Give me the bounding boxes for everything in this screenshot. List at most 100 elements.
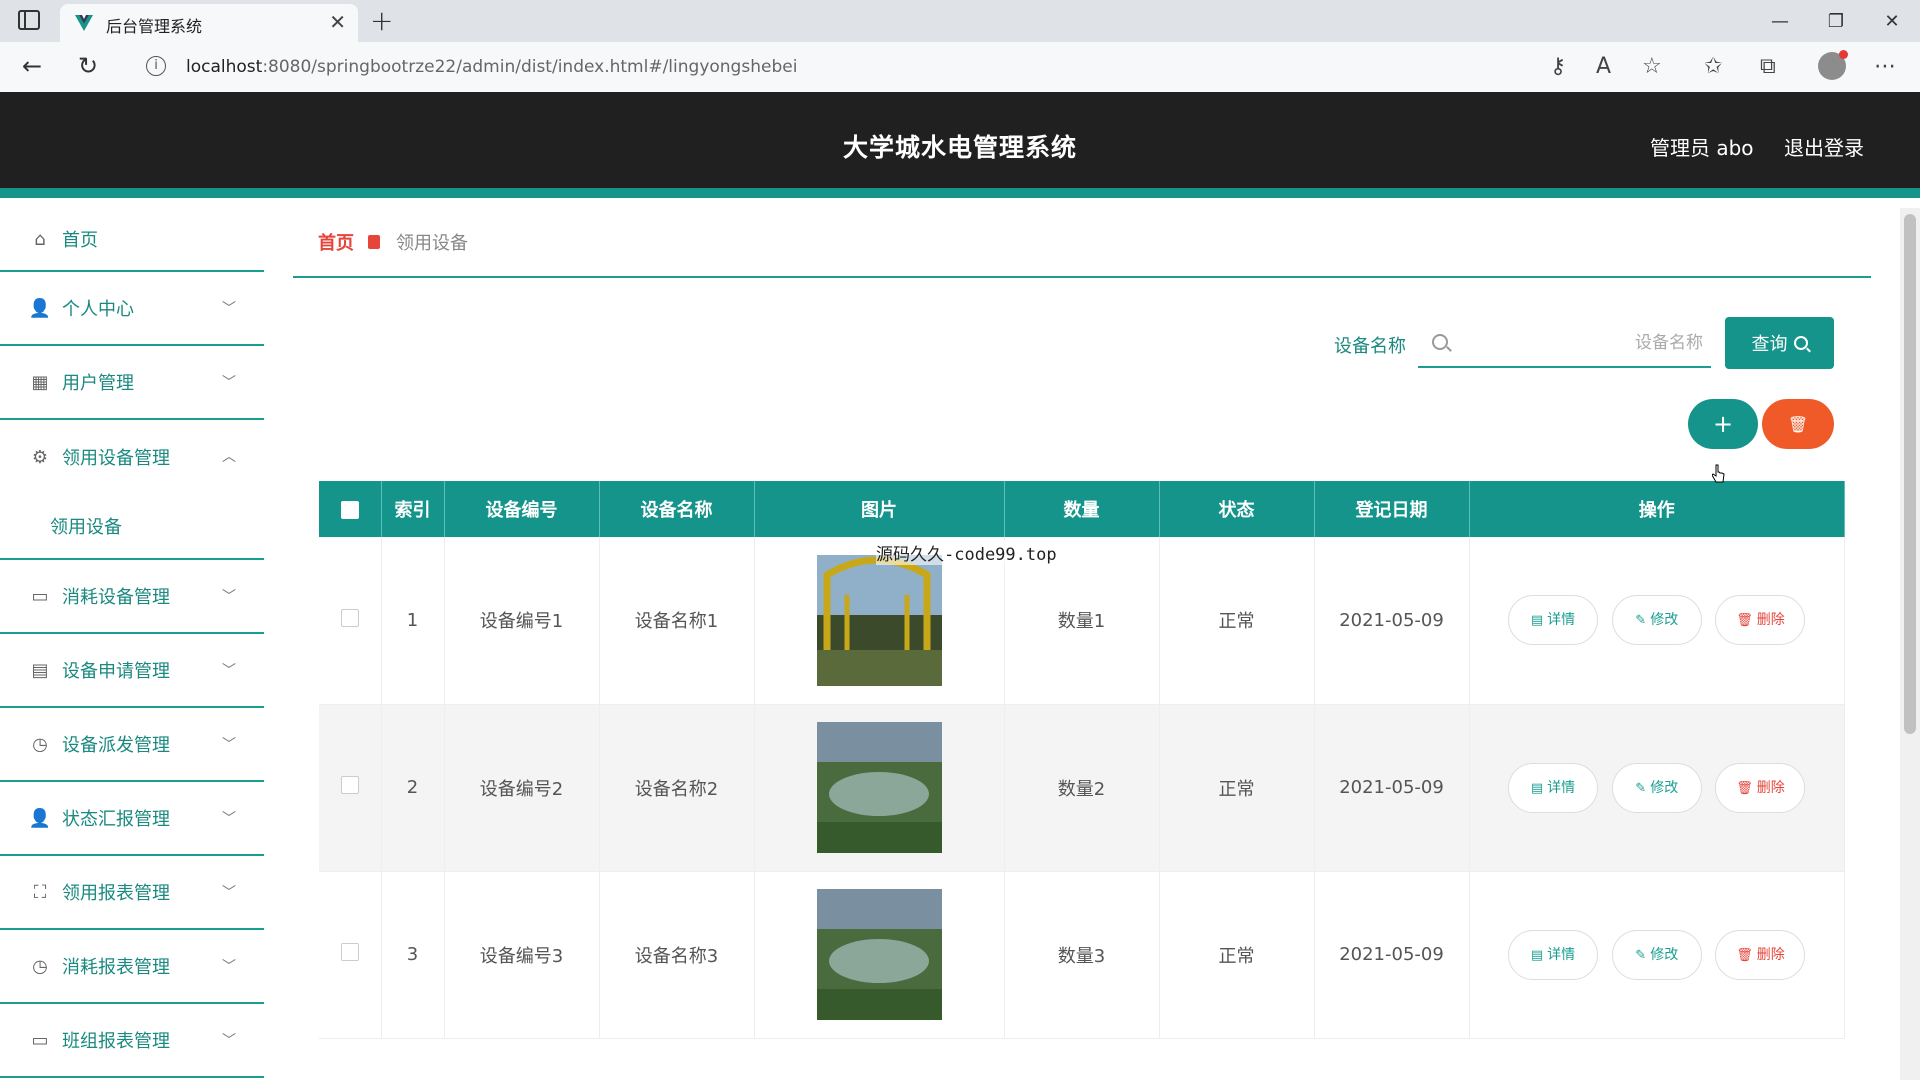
chevron-down-icon: ﹀ [222, 589, 236, 605]
url-text[interactable]: localhost:8080/springbootrze22/admin/dis… [186, 57, 797, 77]
edit-button[interactable]: ✎ 修改 [1611, 929, 1702, 980]
column-header: 数量 [1004, 481, 1160, 537]
overlay-watermark-text: 源码久久-code99.top [876, 540, 1057, 565]
key-icon[interactable]: ⚷ [1550, 54, 1566, 79]
search-icon [1793, 336, 1808, 350]
home-icon: ⌂ [34, 228, 46, 250]
reload-icon[interactable]: ↻ [78, 52, 98, 80]
sidebar-item-loan-report[interactable]: ⛶ 领用报表管理 ﹀ [0, 856, 264, 930]
device-image [816, 554, 942, 686]
edit-button[interactable]: ✎ 修改 [1611, 595, 1702, 646]
sidebar-item-status-report[interactable]: 👤 状态汇报管理 ﹀ [0, 782, 264, 856]
user-icon: 👤 [28, 297, 52, 319]
sidebar-item-home[interactable]: ⌂ 首页 [0, 208, 264, 272]
search-field [1418, 320, 1711, 368]
document-icon: ▤ [1530, 780, 1544, 796]
restore-icon[interactable]: ❐ [1808, 0, 1864, 42]
browser-tab[interactable]: 后台管理系统 ✕ [60, 4, 358, 42]
document-icon: ▤ [1530, 613, 1544, 629]
chevron-down-icon: ﹀ [222, 737, 236, 753]
window-close-icon[interactable]: ✕ [1864, 0, 1920, 42]
delete-button[interactable]: 🗑 删除 [1715, 595, 1806, 646]
sidebar-item-users[interactable]: ▦ 用户管理 ﹀ [0, 346, 264, 420]
read-aloud-icon[interactable]: A [1596, 54, 1611, 79]
address-bar[interactable]: i localhost:8080/springbootrze22/admin/d… [130, 48, 1660, 86]
pencil-icon: ✎ [1635, 780, 1647, 796]
page-scrollbar[interactable] [1900, 208, 1920, 1080]
minimize-icon[interactable]: — [1752, 0, 1808, 42]
cell-index: 1 [381, 537, 445, 705]
select-all-checkbox[interactable] [340, 500, 359, 519]
table-row: 1 设备编号1 设备名称1 数量1 正常 2021-05-09 ▤ 详情 ✎ 修改 … [319, 537, 1845, 705]
back-icon[interactable]: ← [22, 52, 42, 80]
pencil-icon: ✎ [1635, 947, 1647, 963]
chevron-down-icon: ﹀ [222, 375, 236, 391]
edit-button[interactable]: ✎ 修改 [1611, 762, 1702, 813]
breadcrumb-separator-icon [368, 235, 380, 249]
select-all-checkbox-cell[interactable] [319, 481, 382, 537]
scrollbar-thumb[interactable] [1904, 214, 1916, 734]
column-header: 设备编号 [444, 481, 600, 537]
query-button[interactable]: 查询 [1725, 317, 1834, 369]
cell-code: 设备编号2 [444, 704, 600, 872]
sidebar-item-consumption-report[interactable]: ◷ 消耗报表管理 ﹀ [0, 930, 264, 1004]
cell-code: 设备编号3 [444, 871, 600, 1039]
trash-icon: 🗑 [1736, 613, 1753, 629]
detail-button[interactable]: ▤ 详情 [1508, 595, 1599, 646]
detail-button[interactable]: ▤ 详情 [1508, 762, 1599, 813]
cell-qty: 数量3 [1004, 871, 1160, 1039]
tab-close-icon[interactable]: ✕ [329, 10, 346, 34]
search-label: 设备名称 [1334, 336, 1406, 357]
monitor-icon: ▭ [31, 585, 49, 607]
message-icon: ▭ [31, 1029, 49, 1051]
cell-code: 设备编号1 [444, 537, 600, 705]
table-row: 2 设备编号2 设备名称2 数量2 正常 2021-05-09 ▤ 详情 ✎ 修改 … [319, 704, 1845, 872]
row-checkbox[interactable] [340, 943, 359, 961]
add-favorite-icon[interactable]: ☆ [1642, 54, 1662, 79]
batch-delete-button[interactable]: 🗑 [1762, 399, 1834, 449]
profile-avatar[interactable] [1818, 50, 1848, 80]
breadcrumb-home[interactable]: 首页 [318, 229, 354, 255]
dashboard-icon: ◷ [32, 955, 48, 977]
column-header: 设备名称 [599, 481, 755, 537]
sidebar-item-consumables[interactable]: ▭ 消耗设备管理 ﹀ [0, 560, 264, 634]
browser-tabbar: 后台管理系统 ✕ + — ❐ ✕ [0, 0, 1920, 42]
detail-button[interactable]: ▤ 详情 [1508, 929, 1599, 980]
table-header-row: 索引 设备编号 设备名称 图片 数量 状态 登记日期 操作 [319, 481, 1845, 537]
chevron-up-icon: ︿ [222, 449, 236, 465]
sidebar-toggle-icon[interactable] [18, 10, 40, 30]
document-icon: ▤ [31, 659, 49, 681]
logout-link[interactable]: 退出登录 [1784, 132, 1864, 161]
user-icon: 👤 [28, 807, 52, 829]
info-icon[interactable]: i [146, 56, 166, 76]
sidebar: ⌂ 首页 👤 个人中心 ﹀ ▦ 用户管理 ﹀ ⚙ 领用设备管理 ︿ 领用设备 ▭… [0, 208, 264, 1080]
sidebar-item-device-loan[interactable]: ⚙ 领用设备管理 ︿ [0, 420, 264, 494]
sidebar-subitem-device-loan[interactable]: 领用设备 [0, 494, 264, 560]
chevron-down-icon: ﹀ [222, 663, 236, 679]
sidebar-item-dispatch[interactable]: ◷ 设备派发管理 ﹀ [0, 708, 264, 782]
cell-status: 正常 [1159, 704, 1315, 872]
search-input[interactable] [1458, 326, 1703, 360]
column-header: 索引 [381, 481, 445, 537]
admin-label: 管理员 abo [1650, 136, 1754, 160]
breadcrumb-current: 领用设备 [396, 233, 468, 254]
delete-button[interactable]: 🗑 删除 [1715, 929, 1806, 980]
add-button[interactable]: + [1688, 399, 1758, 449]
delete-button[interactable]: 🗑 删除 [1715, 762, 1806, 813]
cell-date: 2021-05-09 [1314, 537, 1470, 705]
column-header: 状态 [1159, 481, 1315, 537]
more-icon[interactable]: ⋯ [1874, 54, 1896, 79]
row-checkbox[interactable] [340, 776, 359, 794]
favorites-icon[interactable]: ✩ [1704, 54, 1722, 79]
sidebar-item-team-report[interactable]: ▭ 班组报表管理 ﹀ [0, 1004, 264, 1078]
window-controls: — ❐ ✕ [1752, 0, 1920, 42]
collections-icon[interactable]: ⧉ [1760, 54, 1776, 79]
row-checkbox[interactable] [340, 608, 359, 627]
device-image [816, 889, 942, 1020]
fullscreen-icon: ⛶ [33, 881, 47, 903]
search-icon [1432, 334, 1448, 350]
sidebar-item-profile[interactable]: 👤 个人中心 ﹀ [0, 272, 264, 346]
new-tab-icon[interactable]: + [370, 4, 393, 37]
device-table: 索引 设备编号 设备名称 图片 数量 状态 登记日期 操作 1 设备编号1 设备… [319, 481, 1845, 1039]
sidebar-item-applications[interactable]: ▤ 设备申请管理 ﹀ [0, 634, 264, 708]
